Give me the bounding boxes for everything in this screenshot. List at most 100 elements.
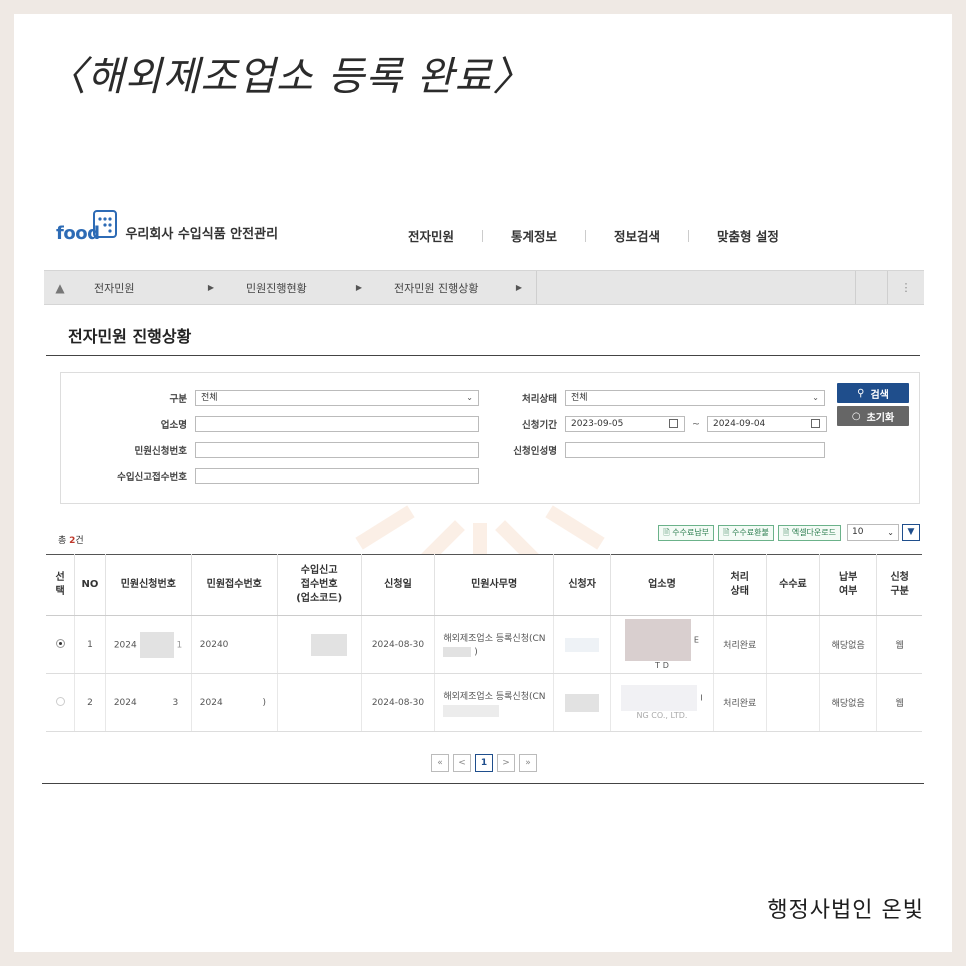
header-label: 수입신고 접수번호 (업소코드) (296, 565, 343, 604)
excel-download-button[interactable]: 🗎 엑셀다운로드 (777, 524, 841, 541)
next-page-button[interactable]: > (497, 754, 515, 772)
status-label: 처리상태 (522, 394, 557, 405)
import-no-input[interactable] (195, 468, 479, 484)
total-suffix: 건 (75, 536, 84, 546)
receipt-no-text: 20240 (199, 639, 229, 650)
redacted-block (139, 631, 174, 658)
header-label: 납부 여부 (838, 572, 858, 597)
redacted-block (443, 647, 472, 658)
page-size-select[interactable]: 10 ⌄ (847, 524, 899, 541)
page-size-value: 10 (852, 527, 864, 537)
cell-applicant (553, 615, 612, 674)
request-no-label: 민원신청번호 (134, 446, 187, 457)
current-page-button[interactable]: 1 (475, 754, 493, 772)
header-label: 업소명 (648, 579, 676, 590)
applicant-name-input[interactable] (565, 442, 825, 458)
cell-paid: 해당없음 (819, 673, 878, 732)
company-text-b: NG CO., LTD. (636, 710, 688, 720)
cell-fee (766, 615, 821, 674)
col-type: 신청 구분 (876, 554, 922, 616)
cell-request-no: 2024 1 (105, 615, 192, 674)
breadcrumb-label: 전자민원 (94, 281, 135, 295)
first-page-button[interactable]: « (431, 754, 449, 772)
task-tail: ) (474, 647, 478, 658)
excel-download-label: 엑셀다운로드 (791, 527, 836, 537)
fee-refund-button[interactable]: 🗎 수수료환불 (718, 524, 774, 541)
request-no-input[interactable] (195, 442, 479, 458)
header-label: NO (81, 579, 99, 590)
search-button-label: 검색 (870, 389, 889, 401)
logo-grid-icon (93, 210, 118, 238)
date-to-input[interactable]: 2024-09-04 (706, 416, 827, 432)
calendar-icon[interactable] (669, 419, 678, 428)
cell-task[interactable]: 해외제조업소 등록신청(CN ) (434, 615, 555, 674)
header-label: 민원사무명 (471, 579, 518, 590)
task-text: 해외제조업소 등록신청(CN (443, 691, 546, 702)
redacted-block (311, 633, 348, 656)
company-text-c: D (662, 660, 669, 670)
breadcrumb: ▲ 전자민원 ▶ 민원진행현황 ▶ 전자민원 진행상황 ▶ ⋮ (44, 270, 924, 305)
nav-statistics[interactable]: 통계정보 (511, 226, 557, 245)
row-select-radio[interactable] (55, 696, 65, 706)
category-value: 전체 (201, 393, 218, 403)
task-text: 해외제조업소 등록신청(CN (443, 634, 546, 645)
caret-right-icon: ▶ (515, 283, 522, 292)
request-no-tail: 1 (176, 640, 183, 650)
breadcrumb-item-1[interactable]: 전자민원 ▶ (76, 271, 228, 304)
date-from-input[interactable]: 2023-09-05 (565, 416, 685, 432)
date-to-value: 2024-09-04 (712, 419, 766, 429)
request-no-tail: 3 (172, 697, 179, 708)
receipt-no-text: 2024 (199, 697, 223, 708)
last-page-button[interactable]: » (519, 754, 537, 772)
nav-divider (688, 229, 690, 242)
nav-info-search[interactable]: 정보검색 (614, 226, 660, 245)
row-applicant: 신청인성명 (477, 442, 825, 458)
collapse-down-icon[interactable]: ▼ (902, 524, 920, 541)
table-header-row: 선 택 NO 민원신청번호 민원접수번호 수입신고 접수번호 (업소코드) 신청… (46, 554, 922, 616)
nav-custom-settings[interactable]: 맞춤형 설정 (717, 226, 779, 245)
nav-e-civil[interactable]: 전자민원 (408, 226, 454, 245)
category-select[interactable]: 전체 ⌄ (195, 390, 479, 406)
site-logo[interactable]: food 우리회사 수입식품 안전관리 (56, 210, 279, 244)
status-select[interactable]: 전체 ⌄ (565, 390, 825, 406)
redacted-block (565, 693, 600, 712)
reset-button[interactable]: ○ 초기화 (837, 406, 909, 426)
brand-name: 우리회사 수입식품 안전관리 (125, 227, 279, 242)
row-select-radio[interactable] (55, 638, 65, 648)
cell-type: 웹 (876, 615, 922, 674)
table-row[interactable]: 1 2024 1 20240 2024-08-30 해외제조업소 등록신청(CN… (46, 615, 922, 674)
table-row[interactable]: 2 2024 3 2024 ) 2024-08-30 해외제조업소 등록신청(C… (46, 673, 922, 732)
company-input[interactable] (195, 416, 479, 432)
cell-receipt-no: 20240 (191, 615, 278, 674)
caret-right-icon: ▶ (207, 283, 214, 292)
breadcrumb-item-2[interactable]: 민원진행현황 ▶ (228, 271, 376, 304)
status-value: 전체 (571, 393, 588, 403)
receipt-no-tail: ) (262, 697, 266, 708)
calendar-icon[interactable] (810, 419, 820, 428)
company-text-a: E (693, 635, 699, 644)
section-title: 전자민원 진행상황 (46, 305, 920, 356)
prev-page-button[interactable]: < (453, 754, 471, 772)
breadcrumb-item-3[interactable]: 전자민원 진행상황 ▶ (376, 271, 537, 304)
reset-icon: ○ (851, 410, 861, 422)
cell-import-no (277, 615, 362, 674)
search-icon: ⚲ (857, 387, 865, 399)
col-select: 선 택 (46, 554, 76, 616)
cell-applicant (553, 673, 612, 732)
col-no: NO (74, 554, 106, 616)
nav-divider (482, 229, 484, 242)
request-no-text: 2024 (113, 640, 137, 650)
breadcrumb-spacer (855, 271, 888, 304)
chevron-down-icon: ⌄ (887, 528, 894, 537)
cell-task[interactable]: 해외제조업소 등록신청(CN (434, 673, 555, 732)
header-label: 민원접수번호 (206, 579, 262, 590)
fee-pay-button[interactable]: 🗎 수수료납부 (658, 524, 715, 541)
home-icon[interactable]: ▲ (44, 281, 76, 295)
header-label: 민원신청번호 (120, 579, 176, 590)
header-label: 처리 상태 (730, 572, 749, 597)
header-label: 선 택 (55, 572, 65, 597)
breadcrumb-label: 전자민원 진행상황 (394, 281, 479, 295)
more-vertical-icon[interactable]: ⋮ (887, 271, 924, 304)
search-button[interactable]: ⚲ 검색 (837, 383, 909, 403)
search-panel: 구분 전체 ⌄ 처리상태 전체 ⌄ 업소명 신청기간 2023-09-05 ~ (60, 372, 920, 504)
